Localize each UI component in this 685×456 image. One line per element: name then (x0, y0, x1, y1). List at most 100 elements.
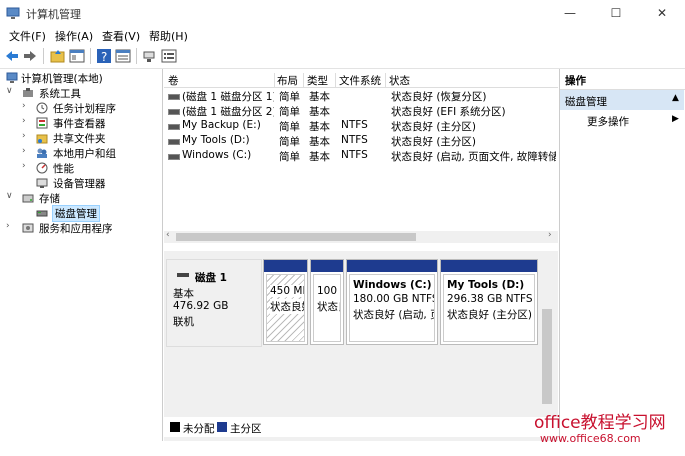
partition-recovery[interactable]: 450 MI 状态良好 (263, 259, 308, 345)
column-header-volume[interactable]: 卷 (168, 73, 275, 87)
chevron-right-icon[interactable]: › (22, 101, 32, 111)
list-view-icon[interactable] (161, 48, 177, 64)
actions-selected[interactable]: 磁盘管理 ▲ (560, 90, 684, 110)
tree-storage[interactable]: ∨ 存储 (4, 191, 162, 206)
shared-folder-icon (36, 134, 48, 144)
column-header-status[interactable]: 状态 (389, 73, 554, 87)
partition-efi[interactable]: 100 状态良 (310, 259, 344, 345)
table-cell: NTFS (341, 134, 368, 146)
chevron-down-icon[interactable]: ∨ (6, 86, 16, 96)
table-cell: 基本 (309, 121, 330, 133)
partition-status: 状态良好 (主分区) (447, 309, 533, 321)
volume-icon (168, 139, 180, 145)
partition-my-tools[interactable]: My Tools (D:) 296.38 GB NTFS 状态良好 (主分区) (440, 259, 538, 345)
column-header-layout[interactable]: 布局 (277, 73, 304, 87)
tree-device-manager[interactable]: 设备管理器 (20, 176, 162, 191)
actions-header: 操作 (560, 69, 685, 90)
menu-view[interactable]: 查看(V) (102, 28, 140, 44)
actions-pane: 操作 磁盘管理 ▲ 更多操作 ▶ (559, 69, 685, 441)
table-cell: 简单 (279, 151, 300, 163)
window-title: 计算机管理 (26, 8, 81, 21)
back-arrow-icon[interactable] (4, 48, 20, 64)
actions-selected-label: 磁盘管理 (565, 96, 607, 108)
tree-disk-management[interactable]: 磁盘管理 (20, 205, 162, 222)
table-cell: NTFS (341, 119, 368, 131)
scroll-left-icon[interactable]: ‹ (166, 230, 170, 240)
toolbar-separator (136, 48, 137, 64)
scrollbar-thumb[interactable] (176, 233, 416, 241)
chevron-right-icon[interactable]: › (6, 221, 16, 231)
more-actions[interactable]: 更多操作 ▶ (560, 111, 684, 129)
volume-icon (168, 154, 180, 160)
partition-bar (311, 260, 343, 272)
tree-device-manager-label: 设备管理器 (53, 178, 106, 190)
volume-icon (168, 109, 180, 115)
tree-local-users[interactable]: › 本地用户和组 (20, 146, 162, 161)
table-cell: 简单 (279, 136, 300, 148)
partition-bar (347, 260, 437, 272)
computer-management-icon (6, 7, 20, 19)
partition-body: My Tools (D:) 296.38 GB NTFS 状态良好 (主分区) (443, 274, 535, 342)
help-icon[interactable]: ? (96, 48, 112, 64)
clock-icon (36, 102, 48, 114)
tree-task-scheduler-label: 任务计划程序 (53, 103, 116, 115)
chevron-right-icon[interactable]: › (22, 146, 32, 156)
up-folder-icon[interactable] (50, 48, 66, 64)
chevron-right-icon[interactable]: › (22, 161, 32, 171)
watermark-url: www.office68.com (540, 432, 641, 445)
partition-name: My Tools (D:) (447, 279, 525, 291)
close-button[interactable]: ✕ (639, 0, 685, 26)
menu-file[interactable]: 文件(F) (9, 28, 46, 44)
tree-storage-label: 存储 (39, 193, 60, 205)
partition-size: 100 (317, 285, 338, 297)
storage-icon (22, 194, 34, 203)
table-row[interactable]: My Backup (E:) 简单 基本 NTFS 状态良好 (主分区) (164, 119, 558, 134)
scroll-right-icon[interactable]: › (548, 230, 552, 240)
properties-icon[interactable] (115, 48, 131, 64)
tree-event-viewer[interactable]: › 事件查看器 (20, 116, 162, 131)
chevron-down-icon[interactable]: ∨ (6, 191, 16, 201)
partition-size: 450 MI (270, 285, 305, 297)
tree-performance[interactable]: › 性能 (20, 161, 162, 176)
partition-windows[interactable]: Windows (C:) 180.00 GB NTFS 状态良好 (启动, 页 (346, 259, 438, 345)
partition-bar (441, 260, 537, 272)
forward-arrow-icon[interactable] (22, 48, 38, 64)
menu-help[interactable]: 帮助(H) (149, 28, 188, 44)
tree-task-scheduler[interactable]: › 任务计划程序 (20, 101, 162, 116)
maximize-button[interactable]: ☐ (593, 0, 639, 26)
minimize-icon: — (564, 6, 576, 20)
tree-performance-label: 性能 (53, 163, 74, 175)
table-row[interactable]: (磁盘 1 磁盘分区 2) 简单 基本 状态良好 (EFI 系统分区) (164, 104, 558, 119)
connect-icon[interactable] (142, 48, 158, 64)
partition-status: 状态良 (317, 301, 340, 313)
chevron-right-icon[interactable]: › (22, 116, 32, 126)
close-icon: ✕ (656, 6, 668, 20)
table-row[interactable]: Windows (C:) 简单 基本 NTFS 状态良好 (启动, 页面文件, … (164, 149, 558, 164)
table-row[interactable]: (磁盘 1 磁盘分区 1) 简单 基本 状态良好 (恢复分区) (164, 89, 558, 104)
column-header-filesystem[interactable]: 文件系统 (339, 73, 386, 87)
tree-services-label: 服务和应用程序 (39, 223, 113, 235)
tree-root[interactable]: 计算机管理(本地) (4, 71, 162, 86)
performance-icon (36, 162, 48, 174)
chevron-right-icon[interactable]: › (22, 131, 32, 141)
vertical-scrollbar[interactable] (540, 259, 554, 419)
disk-info-panel[interactable]: 磁盘 1 基本 476.92 GB 联机 (166, 259, 262, 347)
menu-bar: 文件(F) 操作(A) 查看(V) 帮助(H) (0, 26, 685, 44)
tree-system-tools[interactable]: ∨ 系统工具 (4, 86, 162, 101)
tree-shared-folders[interactable]: › 共享文件夹 (20, 131, 162, 146)
center-pane: 卷 布局 类型 文件系统 状态 (磁盘 1 磁盘分区 1) 简单 基本 状态良好… (164, 69, 558, 441)
minimize-button[interactable]: — (547, 0, 593, 26)
show-hide-tree-icon[interactable] (69, 48, 85, 64)
watermark-title: office教程学习网 (534, 413, 666, 433)
column-header-type[interactable]: 类型 (307, 73, 336, 87)
legend-swatch-unallocated (170, 422, 180, 432)
table-cell: 简单 (279, 106, 300, 118)
menu-action[interactable]: 操作(A) (55, 28, 93, 44)
horizontal-scrollbar[interactable]: ‹ › (164, 230, 558, 243)
tree-services[interactable]: › 服务和应用程序 (4, 221, 162, 236)
table-cell: 状态良好 (启动, 页面文件, 故障转储, (391, 151, 556, 163)
disk-icon (177, 273, 189, 277)
collapse-icon[interactable]: ▲ (672, 93, 679, 103)
table-row[interactable]: My Tools (D:) 简单 基本 NTFS 状态良好 (主分区) (164, 134, 558, 149)
scrollbar-thumb[interactable] (542, 309, 552, 404)
